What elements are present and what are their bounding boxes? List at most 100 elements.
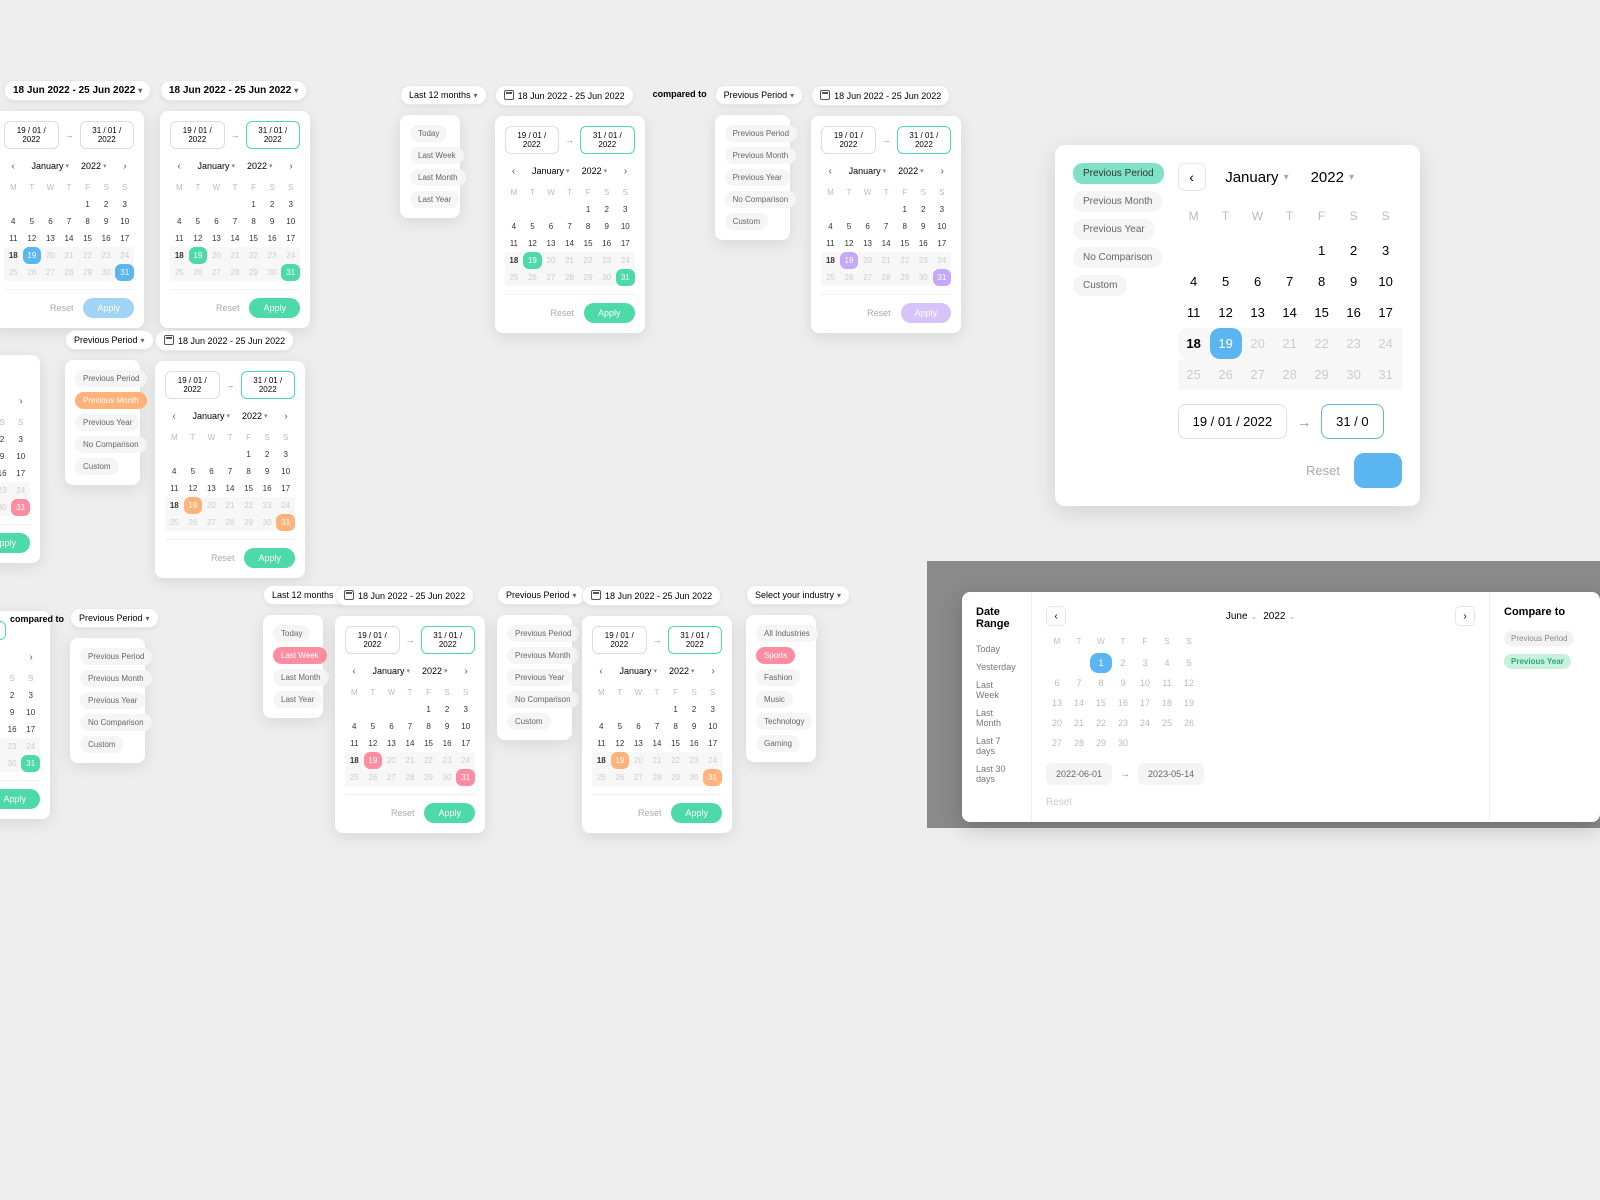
day-cell[interactable]: 18 — [345, 752, 364, 769]
preset-item[interactable]: Previous Period — [507, 625, 579, 642]
preset-item[interactable]: Previous Year — [80, 692, 145, 709]
day-cell[interactable]: 29 — [1306, 359, 1338, 390]
reset-button[interactable]: Reset — [50, 303, 74, 313]
day-cell[interactable]: 10 — [1370, 266, 1402, 297]
day-cell[interactable]: 9 — [914, 218, 933, 235]
day-cell[interactable]: 23 — [438, 752, 457, 769]
day-cell[interactable]: 26 — [1210, 359, 1242, 390]
day-cell[interactable]: 17 — [11, 465, 30, 482]
day-cell[interactable]: 18 — [1156, 693, 1178, 713]
day-cell[interactable]: 2 — [263, 196, 282, 213]
preset-item[interactable]: Previous Period — [1073, 163, 1164, 184]
day-cell[interactable]: 4 — [821, 218, 840, 235]
preset-item[interactable]: Custom — [80, 736, 124, 753]
day-cell[interactable]: 21 — [1274, 328, 1306, 359]
day-cell[interactable]: 13 — [207, 230, 226, 247]
day-cell[interactable]: 10 — [21, 704, 40, 721]
preset-item[interactable]: Last Month — [976, 704, 1017, 732]
prev-month-button[interactable]: ‹ — [821, 162, 839, 180]
day-cell[interactable]: 28 — [221, 514, 240, 531]
day-cell[interactable]: 26 — [364, 769, 383, 786]
tag-date-range[interactable]: 18 Jun 2022 - 25 Jun 2022 — [335, 585, 474, 606]
day-cell[interactable]: 20 — [542, 252, 561, 269]
preset-item[interactable]: Music — [756, 691, 793, 708]
day-cell[interactable]: 7 — [877, 218, 896, 235]
day-cell[interactable]: 18 — [821, 252, 840, 269]
day-cell[interactable]: 7 — [560, 218, 579, 235]
day-cell[interactable]: 29 — [239, 514, 258, 531]
day-cell[interactable]: 14 — [1274, 297, 1306, 328]
day-cell[interactable]: 23 — [3, 738, 22, 755]
preset-item[interactable]: Last 30 days — [976, 760, 1017, 788]
day-cell[interactable]: 7 — [1274, 266, 1306, 297]
day-cell[interactable]: 20 — [858, 252, 877, 269]
compare-preset[interactable]: Previous Period — [1504, 631, 1574, 646]
tag-date-range[interactable]: 18 Jun 2022 - 25 Jun 2022▾ — [4, 80, 151, 101]
day-cell[interactable]: 25 — [1156, 713, 1178, 733]
day-cell[interactable]: 28 — [648, 769, 667, 786]
day-cell[interactable]: 25 — [345, 769, 364, 786]
apply-button[interactable]: Apply — [244, 548, 295, 568]
preset-item[interactable]: Today — [273, 625, 310, 642]
preset-item[interactable]: Last Year — [273, 691, 322, 708]
preset-item[interactable]: Custom — [725, 213, 769, 230]
day-cell[interactable]: 3 — [703, 701, 722, 718]
tag-previous-period[interactable]: Previous Period▾ — [715, 85, 804, 105]
day-cell[interactable]: 27 — [1242, 359, 1274, 390]
day-cell[interactable]: 23 — [1338, 328, 1370, 359]
calendar-grid[interactable]: 1234567891011121314151617181920212223242… — [345, 701, 475, 786]
month-select[interactable]: January▾ — [528, 164, 574, 178]
month-select[interactable]: January▾ — [845, 164, 891, 178]
next-month-button[interactable]: › — [12, 392, 30, 410]
preset-item[interactable]: Last Year — [410, 191, 459, 208]
tag-previous-period[interactable]: Previous Period▾ — [70, 608, 159, 628]
day-cell[interactable]: 3 — [1134, 653, 1156, 673]
year-select[interactable]: 2022▾ — [418, 664, 452, 678]
day-cell[interactable]: 27 — [382, 769, 401, 786]
day-cell[interactable]: 11 — [821, 235, 840, 252]
day-cell[interactable]: 5 — [364, 718, 383, 735]
day-cell[interactable]: 15 — [239, 480, 258, 497]
day-cell[interactable]: 4 — [345, 718, 364, 735]
day-cell[interactable]: 21 — [221, 497, 240, 514]
day-cell[interactable]: 6 — [858, 218, 877, 235]
day-cell[interactable]: 7 — [1068, 673, 1090, 693]
day-cell[interactable]: 31 — [281, 264, 300, 281]
day-cell[interactable]: 27 — [629, 769, 648, 786]
day-cell[interactable]: 16 — [258, 480, 277, 497]
tag-last12[interactable]: Last 12 months▾ — [400, 85, 487, 105]
year-select[interactable]: 2022▾ — [238, 409, 272, 423]
end-date-input[interactable]: 31 / 01 / 2022 — [241, 371, 296, 399]
day-cell[interactable]: 28 — [1274, 359, 1306, 390]
day-cell[interactable]: 2 — [914, 201, 933, 218]
day-cell[interactable]: 5 — [189, 213, 208, 230]
next-month-button[interactable]: › — [116, 157, 134, 175]
preset-item[interactable]: Previous Month — [507, 647, 579, 664]
day-cell[interactable]: 5 — [184, 463, 203, 480]
day-cell[interactable]: 10 — [616, 218, 635, 235]
preset-item[interactable]: Technology — [756, 713, 812, 730]
preset-item[interactable]: Yesterday — [976, 658, 1017, 676]
day-cell[interactable]: 1 — [419, 701, 438, 718]
day-cell[interactable]: 28 — [560, 269, 579, 286]
day-cell[interactable]: 9 — [685, 718, 704, 735]
day-cell[interactable]: 14 — [401, 735, 420, 752]
day-cell[interactable]: 23 — [685, 752, 704, 769]
end-date-input[interactable]: 2023-05-14 — [1138, 763, 1204, 785]
prev-month-button[interactable]: ‹ — [345, 662, 363, 680]
next-month-button[interactable]: › — [457, 662, 475, 680]
month-select[interactable]: January▾ — [27, 159, 73, 173]
day-cell[interactable]: 13 — [41, 230, 60, 247]
day-cell[interactable]: 15 — [1090, 693, 1112, 713]
day-cell[interactable]: 15 — [579, 235, 598, 252]
day-cell[interactable]: 5 — [23, 213, 42, 230]
day-cell[interactable]: 27 — [542, 269, 561, 286]
end-date-input[interactable]: 31 / 01 / 2022 — [80, 121, 135, 149]
reset-button[interactable]: Reset — [211, 553, 235, 563]
day-cell[interactable]: 11 — [1156, 673, 1178, 693]
day-cell[interactable]: 25 — [821, 269, 840, 286]
day-cell[interactable]: 2 — [1338, 235, 1370, 266]
start-date-input[interactable]: 2022-06-01 — [1046, 763, 1112, 785]
day-cell[interactable]: 7 — [60, 213, 79, 230]
start-date-input[interactable]: 19 / 01 / 2022 — [505, 126, 560, 154]
